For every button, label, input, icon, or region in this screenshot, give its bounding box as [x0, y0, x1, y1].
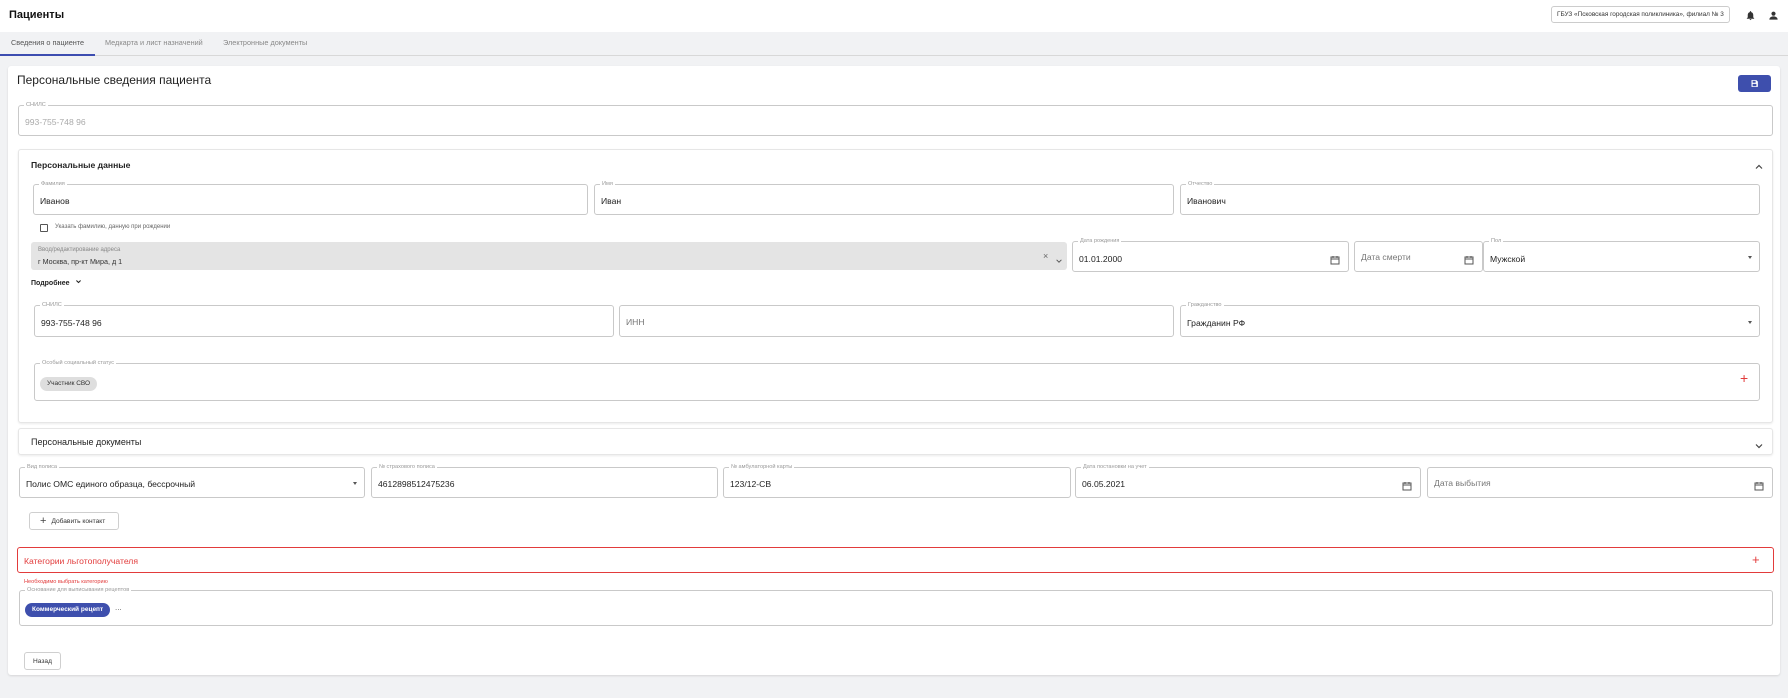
address-value: г Москва, пр-кт Мира, д 1	[38, 257, 123, 266]
citizenship-value: Гражданин РФ	[1187, 318, 1246, 328]
more-items-ellipsis: ...	[115, 603, 122, 612]
beneficiary-category-panel[interactable]: Категории льготополучателя +	[17, 547, 1774, 573]
snils-readonly-label: СНИЛС	[24, 102, 48, 109]
tab-patient-info[interactable]: Сведения о пациенте	[0, 32, 96, 56]
snils-field[interactable]: СНИЛС 993-755-748 96	[34, 302, 614, 337]
more-details-label: Подробнее	[31, 280, 70, 287]
plus-icon: +	[40, 515, 47, 527]
notifications-bell-icon[interactable]	[1743, 8, 1757, 22]
death-date-field[interactable]: Дата смерти	[1354, 241, 1483, 272]
birth-date-label: Дата рождения	[1078, 238, 1122, 245]
death-date-placeholder: Дата смерти	[1361, 252, 1411, 262]
prescription-basis-field[interactable]: Основание для выписывания рецептов Комме…	[19, 587, 1773, 626]
save-icon	[1751, 80, 1758, 87]
chevron-down-icon	[75, 280, 81, 284]
dropdown-caret-icon	[1748, 256, 1752, 259]
leave-date-placeholder: Дата выбытия	[1434, 478, 1491, 488]
calendar-icon[interactable]	[1330, 252, 1340, 265]
registration-date-field[interactable]: Дата постановки на учет 06.05.2021	[1075, 464, 1421, 498]
top-bar	[0, 0, 1788, 32]
inn-field[interactable]: ИНН	[619, 305, 1174, 337]
first-name-label: Имя	[600, 181, 615, 188]
section-title: Персональные сведения пациента	[17, 73, 212, 87]
personal-documents-panel[interactable]	[18, 428, 1773, 455]
calendar-icon[interactable]	[1754, 478, 1764, 491]
last-name-field[interactable]: Фамилия Иванов	[33, 181, 588, 215]
dropdown-caret-icon	[353, 482, 357, 485]
last-name-value: Иванов	[40, 196, 70, 206]
prescription-basis-chip[interactable]: Коммерческий рецепт	[25, 603, 111, 617]
add-contact-label: Добавить контакт	[51, 517, 106, 525]
address-field[interactable]: Ввод/редактирование адреса г Москва, пр-…	[31, 242, 1067, 270]
add-plus-icon[interactable]: +	[1740, 371, 1748, 385]
citizenship-select[interactable]: Гражданство Гражданин РФ	[1180, 302, 1760, 337]
tab-medical-card[interactable]: Медкарта и лист назначений	[94, 32, 214, 56]
personal-data-title: Персональные данные	[31, 160, 131, 170]
patronymic-label: Отчество	[1186, 181, 1215, 188]
sex-select[interactable]: Пол Мужской	[1483, 238, 1760, 272]
snils-value: 993-755-748 96	[41, 318, 102, 328]
chevron-down-icon[interactable]	[1055, 252, 1063, 270]
calendar-icon[interactable]	[1402, 478, 1412, 491]
organization-selector[interactable]: ГБУЗ «Псковская городская поликлиника», …	[1551, 6, 1730, 23]
policy-number-field[interactable]: № страхового полиса 4612898512475236	[371, 464, 718, 498]
snils-label: СНИЛС	[40, 302, 64, 309]
inn-placeholder: ИНН	[626, 317, 645, 327]
citizenship-label: Гражданство	[1186, 302, 1224, 309]
birth-name-checkbox-label: Указать фамилию, данную при рождении	[55, 224, 171, 230]
add-plus-icon[interactable]: +	[1752, 552, 1760, 567]
card-number-label: № амбулаторной карты	[729, 464, 795, 471]
birth-date-field[interactable]: Дата рождения 01.01.2000	[1072, 238, 1349, 272]
policy-number-value: 4612898512475236	[378, 479, 455, 489]
last-name-label: Фамилия	[39, 181, 67, 188]
social-status-label: Особый социальный статус	[40, 360, 117, 367]
first-name-field[interactable]: Имя Иван	[594, 181, 1174, 215]
beneficiary-category-title: Категории льготополучателя	[24, 556, 138, 566]
snils-readonly-field: СНИЛС 993-755-748 96	[18, 102, 1773, 136]
social-status-chip[interactable]: Участник СВО	[40, 377, 98, 391]
user-account-icon[interactable]	[1766, 8, 1780, 22]
tab-electronic-documents[interactable]: Электронные документы	[212, 32, 318, 56]
dropdown-caret-icon	[1748, 321, 1752, 324]
patronymic-value: Иванович	[1187, 196, 1226, 206]
sex-label: Пол	[1489, 238, 1504, 245]
registration-date-value: 06.05.2021	[1082, 479, 1126, 489]
policy-type-label: Вид полиса	[25, 464, 59, 471]
add-contact-button[interactable]: + Добавить контакт	[29, 512, 119, 530]
calendar-icon[interactable]	[1464, 252, 1474, 265]
back-label: Назад	[33, 657, 52, 665]
policy-type-value: Полис ОМС единого образца, бессрочный	[26, 479, 196, 489]
policy-type-select[interactable]: Вид полиса Полис ОМС единого образца, бе…	[19, 464, 365, 498]
prescription-basis-label: Основание для выписывания рецептов	[25, 587, 132, 594]
more-details-link[interactable]: Подробнее	[31, 278, 82, 287]
personal-documents-title: Персональные документы	[31, 437, 142, 447]
expand-chevron-down-icon[interactable]	[1754, 438, 1764, 449]
beneficiary-error-text: Необходимо выбрать категорию	[24, 579, 108, 585]
birth-name-checkbox[interactable]	[40, 224, 48, 232]
snils-readonly-value: 993-755-748 96	[25, 117, 86, 127]
card-number-field[interactable]: № амбулаторной карты 123/12-СВ	[723, 464, 1071, 498]
first-name-value: Иван	[601, 196, 622, 206]
collapse-chevron-up-icon[interactable]	[1754, 159, 1764, 169]
patronymic-field[interactable]: Отчество Иванович	[1180, 181, 1760, 215]
registration-date-label: Дата постановки на учет	[1081, 464, 1149, 471]
clear-icon[interactable]: ×	[1043, 251, 1048, 261]
back-button[interactable]: Назад	[24, 652, 61, 670]
policy-number-label: № страхового полиса	[377, 464, 437, 471]
address-label: Ввод/редактирование адреса	[38, 247, 121, 253]
social-status-field[interactable]: Особый социальный статус Участник СВО +	[34, 360, 1760, 401]
card-number-value: 123/12-СВ	[730, 479, 772, 489]
leave-date-field[interactable]: Дата выбытия	[1427, 467, 1773, 498]
save-button[interactable]	[1738, 75, 1771, 92]
birth-date-value: 01.01.2000	[1079, 254, 1123, 264]
page-title: Пациенты	[9, 9, 65, 21]
sex-value: Мужской	[1490, 254, 1526, 264]
